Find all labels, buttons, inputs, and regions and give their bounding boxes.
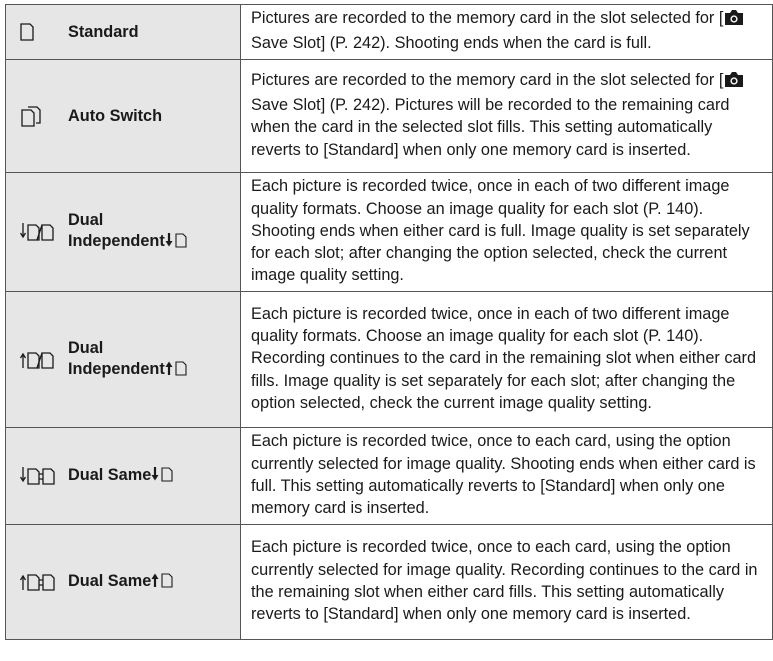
table-row-dual-independent-up: Dual Independent Each picture is recorded…	[5, 291, 773, 429]
table-row-dual-independent-down: Dual Independent Each picture is recorded…	[5, 172, 773, 293]
mode-label-standard: Standard	[68, 22, 139, 41]
camera-icon	[724, 71, 744, 94]
arrow-up-card-icon	[165, 360, 189, 382]
label-cell: Dual Same	[5, 427, 241, 526]
dual-same-up-icon	[20, 571, 68, 593]
description-cell: Each picture is recorded twice, once in …	[240, 291, 773, 429]
description-cell: Each picture is recorded twice, once to …	[240, 427, 773, 526]
mode-label-dual-independent-down: Dual Independent	[68, 210, 189, 254]
dual-independent-down-icon	[20, 221, 68, 243]
table-row-dual-same-down: Dual Same Each picture is recorded twice…	[5, 427, 773, 526]
mode-label-dual-same-down: Dual Same	[68, 465, 175, 488]
dual-independent-up-icon	[20, 349, 68, 371]
mode-label-dual-same-up: Dual Same	[68, 571, 175, 594]
arrow-up-card-icon	[151, 572, 175, 594]
description-cell: Each picture is recorded twice, once in …	[240, 172, 773, 293]
label-cell: Auto Switch	[5, 59, 241, 174]
arrow-down-card-icon	[165, 232, 189, 254]
table-row-dual-same-up: Dual Same Each picture is recorded twice…	[5, 524, 773, 641]
dual-same-down-icon	[20, 465, 68, 487]
single-card-icon	[20, 23, 68, 41]
description-cell: Pictures are recorded to the memory card…	[240, 59, 773, 174]
mode-label-dual-independent-up: Dual Independent	[68, 338, 189, 382]
label-cell: Dual Independent	[5, 291, 241, 429]
label-cell: Dual Same	[5, 524, 241, 641]
arrow-down-card-icon	[151, 466, 175, 488]
auto-switch-icon	[20, 106, 68, 127]
table-row-auto-switch: Auto Switch Pictures are recorded to the…	[5, 59, 773, 174]
camera-icon	[724, 9, 744, 32]
table-row-standard: Standard Pictures are recorded to the me…	[5, 3, 773, 61]
card-slot-settings-table: Standard Pictures are recorded to the me…	[5, 3, 773, 641]
description-cell: Pictures are recorded to the memory card…	[240, 3, 773, 61]
label-cell: Standard	[5, 3, 241, 61]
label-cell: Dual Independent	[5, 172, 241, 293]
mode-label-auto-switch: Auto Switch	[68, 106, 163, 125]
description-cell: Each picture is recorded twice, once to …	[240, 524, 773, 641]
